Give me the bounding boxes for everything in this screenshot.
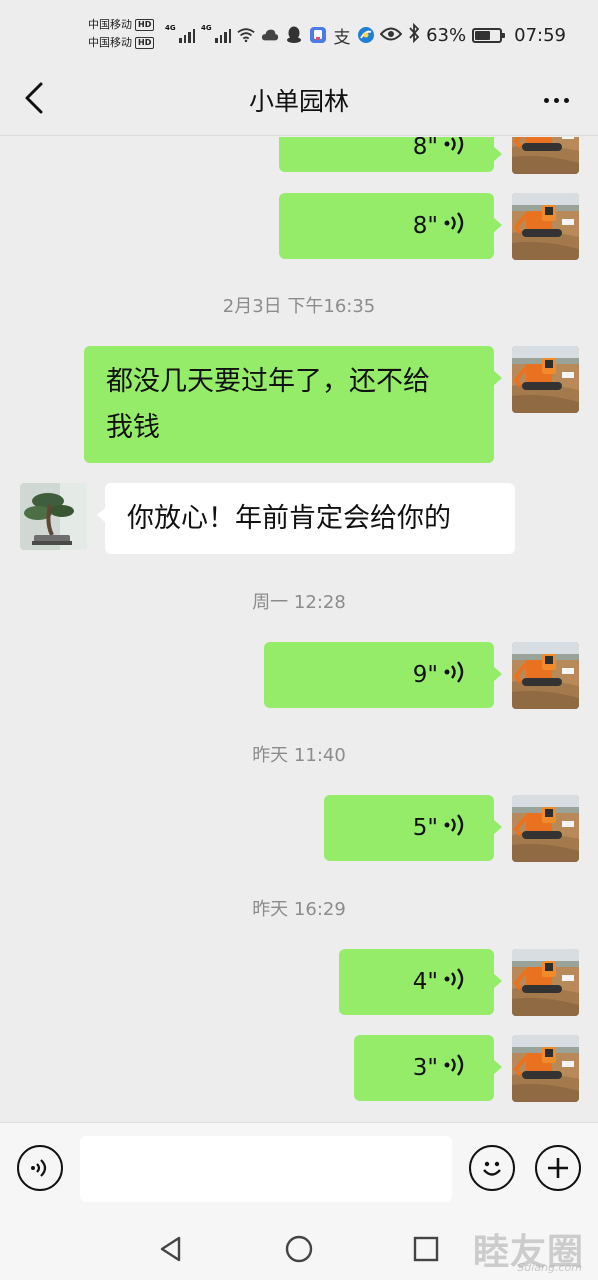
input-bar: [0, 1122, 598, 1217]
app-icon: [309, 26, 327, 44]
voice-message-bubble[interactable]: 8": [279, 137, 502, 172]
message-input[interactable]: [80, 1136, 452, 1202]
battery-percent: 63%: [426, 24, 467, 46]
contact-avatar[interactable]: [20, 483, 87, 550]
watermark-sub: Sdiang.com: [517, 1261, 582, 1274]
message-text-line: 都没几天要过年了，还不给: [106, 366, 430, 397]
voice-wave-icon: [444, 137, 466, 163]
avatar[interactable]: [512, 346, 579, 413]
voice-message-bubble[interactable]: 3": [354, 1035, 502, 1101]
voice-duration: 5": [412, 815, 438, 841]
nav-home-button[interactable]: [279, 1229, 319, 1269]
message-timestamp: 周一 12:28: [252, 592, 346, 613]
wifi-icon: [237, 26, 255, 44]
plus-icon: [548, 1158, 568, 1178]
signal-2-icon: 4G: [201, 24, 231, 43]
avatar[interactable]: [512, 1035, 579, 1102]
avatar[interactable]: [512, 137, 579, 174]
nav-back-button[interactable]: [151, 1229, 191, 1269]
emoji-icon: [483, 1161, 501, 1176]
text-message-bubble[interactable]: 你放心！年前肯定会给你的: [97, 483, 515, 554]
carrier-info: 中国移动 HD 中国移动 HD: [88, 16, 155, 52]
chat-messages[interactable]: 8" 8" 2月3日 下午16:35 都没几天要过年了，还不给 我钱 你放心！年…: [0, 137, 598, 1122]
battery-icon: [472, 27, 506, 43]
nav-back-icon: [160, 1236, 181, 1262]
qq-icon: [285, 26, 303, 44]
carrier-2-label: 中国移动: [88, 36, 132, 49]
hd-badge-1: HD: [135, 19, 155, 31]
carrier-1-label: 中国移动: [88, 18, 132, 31]
message-timestamp: 昨天 11:40: [252, 745, 346, 766]
avatar[interactable]: [512, 193, 579, 260]
message-text: 你放心！年前肯定会给你的: [127, 503, 451, 534]
message-text-line: 我钱: [106, 412, 160, 443]
avatar[interactable]: [512, 949, 579, 1016]
cloud-icon: [261, 26, 279, 44]
plus-button[interactable]: [535, 1145, 581, 1191]
voice-message-bubble[interactable]: 4": [339, 949, 502, 1015]
voice-input-icon: [31, 1159, 47, 1177]
clock: 07:59: [514, 24, 566, 46]
browser-icon: [357, 26, 375, 44]
alipay-icon: 支: [333, 27, 351, 48]
voice-message-bubble[interactable]: 9": [264, 642, 502, 708]
emoji-button[interactable]: [469, 1145, 515, 1191]
nav-recents-icon: [413, 1236, 439, 1262]
voice-wave-icon: [444, 1052, 466, 1084]
bluetooth-icon: [408, 22, 420, 48]
voice-input-button[interactable]: [17, 1145, 63, 1191]
avatar[interactable]: [512, 795, 579, 862]
voice-duration: 9": [412, 662, 438, 688]
status-bar: 中国移动 HD 中国移动 HD 4G 4G 支 63% 07:59: [0, 0, 598, 64]
nav-recents-button[interactable]: [406, 1229, 446, 1269]
voice-wave-icon: [444, 659, 466, 691]
voice-wave-icon: [444, 210, 466, 242]
chat-title: 小单园林: [248, 87, 349, 116]
voice-wave-icon: [444, 812, 466, 844]
eye-icon: [379, 25, 403, 46]
message-timestamp: 2月3日 下午16:35: [222, 296, 376, 317]
voice-duration: 4": [412, 969, 438, 995]
text-message-bubble[interactable]: 都没几天要过年了，还不给 我钱: [84, 346, 502, 463]
message-timestamp: 昨天 16:29: [252, 899, 346, 920]
signal-1-icon: 4G: [165, 24, 195, 43]
voice-duration: 3": [412, 1055, 438, 1081]
title-bar: 小单园林: [0, 64, 598, 136]
voice-message-bubble[interactable]: 5": [324, 795, 502, 861]
more-options-button[interactable]: [536, 80, 576, 120]
voice-duration: 8": [412, 137, 438, 160]
more-dots-icon: [543, 97, 549, 103]
status-icons: 4G 4G 支: [165, 22, 375, 48]
voice-wave-icon: [444, 966, 466, 998]
hd-badge-2: HD: [135, 37, 155, 49]
avatar[interactable]: [512, 642, 579, 709]
voice-duration: 8": [412, 213, 438, 239]
status-right: 63% 07:59: [379, 22, 566, 48]
system-nav-bar: 睦友圈 Sdiang.com: [0, 1217, 598, 1280]
voice-message-bubble[interactable]: 8": [279, 193, 502, 259]
nav-home-icon: [285, 1235, 313, 1263]
